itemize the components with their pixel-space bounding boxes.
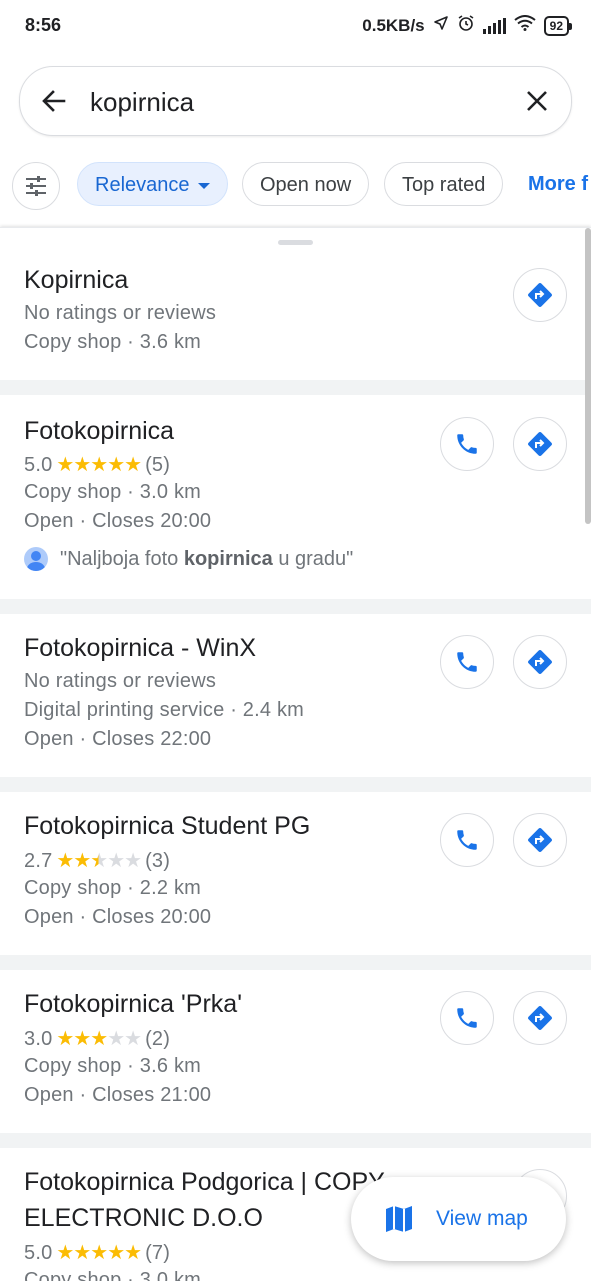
directions-button[interactable]	[513, 268, 567, 322]
star-rating: ★★★★★	[56, 850, 142, 872]
view-map-button[interactable]: View map	[351, 1177, 566, 1261]
chip-open-now[interactable]: Open now	[242, 162, 370, 206]
directions-button[interactable]	[513, 635, 567, 689]
chip-top-rated[interactable]: Top rated	[384, 162, 504, 206]
dropdown-arrow-icon	[197, 182, 210, 189]
result-card[interactable]: Fotokopirnica 'Prka' 3.0 ★★★★★ (2) Copy sh…	[0, 970, 591, 1133]
result-card[interactable]: Fotokopirnica Student PG 2.7 ★★★★★ (3) Cop…	[0, 792, 591, 955]
opening-hours: Open · Closes 20:00	[24, 510, 212, 532]
back-arrow-icon[interactable]	[40, 87, 68, 115]
directions-button[interactable]	[513, 813, 567, 867]
phone-icon	[457, 830, 477, 850]
filters-button[interactable]	[12, 162, 60, 210]
directions-icon	[528, 1006, 552, 1030]
place-name: Fotokopirnica - WinX	[24, 634, 257, 662]
call-button[interactable]	[440, 813, 494, 867]
review-count: (5)	[145, 454, 171, 476]
view-map-label: View map	[436, 1207, 528, 1230]
rating-row: 5.0 ★★★★★ (7)	[24, 1240, 170, 1265]
opening-hours: Open · Closes 21:00	[24, 1084, 212, 1106]
search-bar[interactable]: kopirnica	[19, 66, 572, 136]
alarm-icon	[457, 14, 475, 37]
rating-text: No ratings or reviews	[24, 302, 217, 324]
chip-relevance[interactable]: Relevance	[77, 162, 228, 206]
review-count: (7)	[145, 1242, 171, 1264]
signal-icon	[482, 17, 506, 34]
rating-text: No ratings or reviews	[24, 670, 217, 692]
status-time: 8:56	[25, 15, 62, 35]
directions-icon	[528, 432, 552, 456]
network-speed: 0.5KB/s	[362, 15, 425, 35]
results-sheet: Kopirnica No ratings or reviews Copy sho…	[0, 227, 591, 1281]
phone-icon	[457, 434, 477, 454]
rating-row: 3.0 ★★★★★ (2)	[24, 1026, 170, 1051]
more-filters-button[interactable]: More f	[528, 173, 588, 196]
category-distance: Digital printing service · 2.4 km	[24, 699, 305, 721]
category-distance: Copy shop · 3.0 km	[24, 1269, 202, 1281]
call-button[interactable]	[440, 635, 494, 689]
place-name: Fotokopirnica Student PG	[24, 812, 311, 840]
place-name-line2: ELECTRONIC D.O.O	[24, 1204, 263, 1232]
star-rating: ★★★★★	[56, 454, 142, 476]
scrollbar[interactable]	[585, 228, 591, 524]
star-rating: ★★★★★	[56, 1028, 142, 1050]
place-name: Kopirnica	[24, 266, 129, 294]
directions-button[interactable]	[513, 417, 567, 471]
call-button[interactable]	[440, 991, 494, 1045]
battery-icon: 92	[543, 15, 573, 36]
opening-hours: Open · Closes 22:00	[24, 728, 212, 750]
opening-hours: Open · Closes 20:00	[24, 906, 212, 928]
review-snippet: "Naljboja foto kopirnica u gradu"	[24, 547, 353, 571]
status-bar: 8:56 0.5KB/s 92	[0, 0, 591, 52]
star-rating: ★★★★★	[56, 1242, 142, 1264]
category-distance: Copy shop · 3.6 km	[24, 1055, 202, 1077]
status-icons: 0.5KB/s 92	[362, 14, 573, 37]
rating-value: 5.0	[24, 1242, 53, 1264]
rating-row: 2.7 ★★★★★ (3)	[24, 848, 170, 873]
result-card[interactable]: Fotokopirnica 5.0 ★★★★★ (5) Copy shop · 3.…	[0, 395, 591, 599]
review-count: (3)	[145, 850, 171, 872]
rating-value: 2.7	[24, 850, 53, 872]
place-name: Fotokopirnica	[24, 417, 175, 445]
category-distance: Copy shop · 3.6 km	[24, 331, 202, 353]
place-name: Fotokopirnica 'Prka'	[24, 990, 242, 1018]
directions-icon	[528, 650, 552, 674]
result-card[interactable]: Kopirnica No ratings or reviews Copy sho…	[0, 228, 591, 380]
avatar	[24, 547, 48, 571]
phone-icon	[457, 1008, 477, 1028]
rating-row: 5.0 ★★★★★ (5)	[24, 452, 170, 477]
rating-value: 5.0	[24, 454, 53, 476]
directions-button[interactable]	[513, 991, 567, 1045]
call-button[interactable]	[440, 417, 494, 471]
location-icon	[433, 15, 449, 36]
drag-handle[interactable]	[278, 240, 313, 245]
map-icon	[386, 1206, 412, 1232]
category-distance: Copy shop · 3.0 km	[24, 481, 202, 503]
wifi-icon	[514, 15, 536, 36]
result-card[interactable]: Fotokopirnica - WinX No ratings or revie…	[0, 614, 591, 777]
tune-icon	[26, 176, 46, 196]
filter-chips: Relevance Open now Top rated More f	[0, 160, 591, 212]
directions-icon	[528, 283, 552, 307]
search-input[interactable]: kopirnica	[90, 87, 194, 118]
phone-icon	[457, 652, 477, 672]
close-icon[interactable]	[523, 87, 551, 115]
directions-icon	[528, 828, 552, 852]
review-count: (2)	[145, 1028, 171, 1050]
category-distance: Copy shop · 2.2 km	[24, 877, 202, 899]
place-name: Fotokopirnica Podgorica | COPY	[24, 1168, 385, 1196]
rating-value: 3.0	[24, 1028, 53, 1050]
